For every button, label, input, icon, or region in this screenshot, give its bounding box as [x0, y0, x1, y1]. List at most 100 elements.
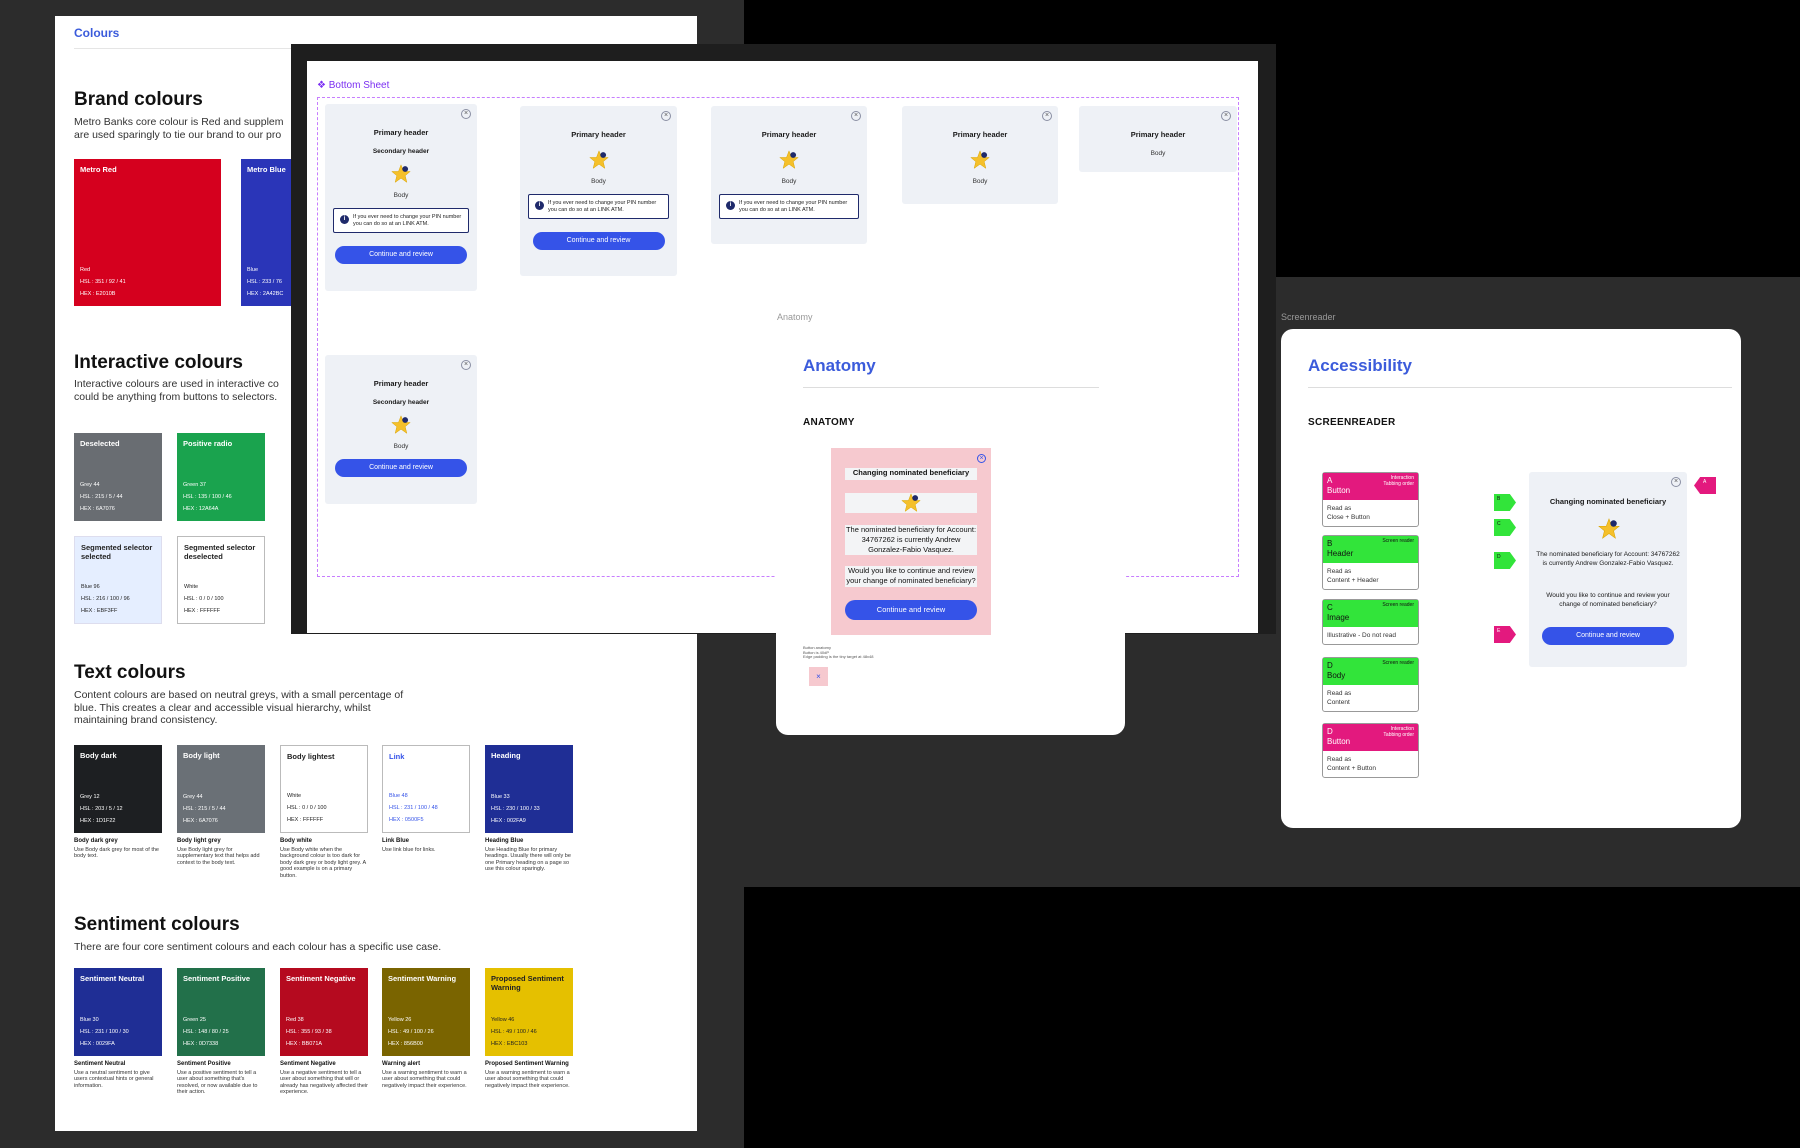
star-icon	[779, 150, 799, 169]
info-icon: i	[535, 201, 544, 210]
document-tab[interactable]: Colours	[74, 26, 119, 40]
close-target-sample: ×	[809, 667, 828, 686]
anatomy-body-1: The nominated beneficiary for Account: 3…	[845, 525, 977, 555]
swatch-caption: Sentiment Neutral Use a neutral sentiment…	[74, 1061, 154, 1089]
continue-button[interactable]: Continue and review	[1542, 627, 1674, 645]
brand-title: Brand colours	[74, 89, 203, 110]
star-icon	[970, 150, 990, 169]
anatomy-diagram: × Changing nominated beneficiary The nom…	[831, 448, 991, 635]
swatch-metro-red: Metro Red Red HSL : 351 / 92 / 41 HEX : E2…	[74, 159, 221, 306]
anatomy-subtitle: ANATOMY	[803, 417, 855, 428]
continue-button[interactable]: Continue and review	[532, 232, 665, 250]
close-icon[interactable]: ×	[461, 109, 471, 119]
body-text: Body	[591, 178, 606, 185]
screenreader-subtitle: SCREENREADER	[1308, 417, 1396, 428]
anatomy-title: Anatomy	[803, 356, 876, 375]
divider	[1308, 387, 1732, 388]
swatch-sentiment-positive: Sentiment Positive Green 25 HSL : 148 / 80…	[177, 968, 265, 1056]
interactive-title: Interactive colours	[74, 352, 243, 373]
close-order-marker: A	[1694, 477, 1716, 494]
bottom-sheet-variant[interactable]: × Primary header Body	[1079, 106, 1237, 172]
divider	[803, 387, 1099, 388]
reading-order-marker: B	[1494, 494, 1516, 511]
anatomy-body-2: Would you like to continue and review yo…	[845, 566, 977, 587]
screenreader-annotation: D Screen reader Body Read as Content	[1322, 657, 1419, 712]
swatch-caption: Sentiment Negative Use a negative sentime…	[280, 1061, 368, 1095]
screenreader-annotation: C Screen reader Image Illustrative - Do not…	[1322, 599, 1419, 645]
star-icon	[1598, 518, 1620, 539]
swatch-caption: Body white Use Body white when the backgr…	[280, 838, 366, 879]
continue-button[interactable]: Continue and review	[845, 600, 977, 620]
sheet-body-2: Would you like to continue and review yo…	[1546, 592, 1670, 608]
primary-header: Primary header	[1130, 130, 1186, 139]
sheet-heading: Changing nominated beneficiary	[1549, 497, 1667, 506]
star-icon	[901, 493, 921, 512]
close-icon[interactable]: ×	[1042, 111, 1052, 121]
screenreader-annotation: A Interaction Tabbing order Button Read as C…	[1322, 472, 1419, 527]
info-notice: i If you ever need to change your PIN num…	[528, 194, 669, 219]
swatch-caption: Body dark grey Use Body dark grey for mos…	[74, 838, 159, 859]
primary-header: Primary header	[571, 130, 626, 139]
swatch-caption: Proposed Sentiment Warning Use a warning …	[485, 1061, 570, 1089]
swatch-positive-radio: Positive radio Green 37 HSL : 135 / 100 /…	[177, 433, 265, 521]
star-icon	[391, 415, 411, 434]
anatomy-image-slot	[845, 493, 977, 513]
swatch-caption: Heading Blue Use Heading Blue for primary…	[485, 838, 571, 872]
body-text: Body	[781, 178, 797, 185]
interactive-desc: Interactive colours are used in interact…	[74, 378, 279, 403]
info-notice: i If you ever need to change your PIN num…	[333, 208, 469, 233]
swatch-body-dark: Body dark Grey 12 HSL : 203 / 5 / 12 HEX : …	[74, 745, 162, 833]
screenreader-annotation: B Screen reader Header Read as Content + Hea…	[1322, 535, 1419, 590]
reading-order-marker: D	[1494, 552, 1516, 569]
sentiment-desc: There are four core sentiment colours an…	[74, 941, 442, 953]
brand-desc: Metro Banks core colour is Red and suppl…	[74, 116, 284, 141]
secondary-header: Secondary header	[372, 148, 430, 155]
reading-order-marker: E	[1494, 626, 1516, 643]
body-text: Body	[972, 178, 988, 185]
close-icon[interactable]: ×	[1671, 477, 1681, 487]
swatch-heading: Heading Blue 33 HSL : 230 / 100 / 33 HEX : …	[485, 745, 573, 833]
swatch-caption: Link Blue Use link blue for links.	[382, 838, 436, 853]
swatch-link: Link Blue 48 HSL : 231 / 100 / 48 HEX : 050…	[382, 745, 470, 833]
swatch-segmented-selected: Segmented selector selected Blue 96 HSL :…	[74, 536, 162, 624]
anatomy-notes: Button anatomy Button is 40dP Edge paddi…	[803, 645, 874, 659]
anatomy-card: Anatomy ANATOMY × Changing nominated ben…	[776, 329, 1125, 735]
bottom-sheet-variant[interactable]: × Primary header Body i If you ever need to …	[711, 106, 867, 244]
accessibility-card: Accessibility SCREENREADER A Interaction …	[1281, 329, 1741, 828]
info-notice: i If you ever need to change your PIN num…	[719, 194, 859, 219]
bottom-sheet-variant[interactable]: × Primary header Secondary header Body Conti…	[325, 355, 477, 504]
swatch-sentiment-warning: Sentiment Warning Yellow 26 HSL : 49 / 100…	[382, 968, 470, 1056]
info-icon: i	[340, 215, 349, 224]
bottom-sheet-variant[interactable]: × Primary header Body	[902, 106, 1058, 204]
swatch-caption: Warning alert Use a warning sentiment to …	[382, 1061, 467, 1089]
secondary-header: Secondary header	[372, 399, 430, 406]
screenreader-annotation: D Interaction Tabbing order Button Read as C…	[1322, 723, 1419, 778]
body-text: Body	[1150, 150, 1166, 157]
info-icon: i	[726, 201, 735, 210]
screenreader-frame-label[interactable]: Screenreader	[1281, 312, 1336, 322]
sentiment-title: Sentiment colours	[74, 914, 240, 935]
close-icon[interactable]: ×	[851, 111, 861, 121]
star-icon	[588, 150, 609, 169]
primary-header: Primary header	[952, 130, 1008, 139]
bottom-sheet-component-label[interactable]: ❖ Bottom Sheet	[317, 80, 389, 91]
bottom-sheet-variant[interactable]: × Primary header Body i If you ever need to …	[520, 106, 677, 276]
continue-button[interactable]: Continue and review	[335, 246, 467, 264]
body-text: Body	[393, 443, 409, 450]
example-bottom-sheet: × Changing nominated beneficiary The nom…	[1529, 472, 1687, 667]
close-icon[interactable]: ×	[977, 454, 986, 463]
close-icon[interactable]: ×	[1221, 111, 1231, 121]
reading-order-marker: C	[1494, 519, 1516, 536]
star-icon	[391, 164, 411, 183]
swatch-deselected: Deselected Grey 44 HSL : 215 / 5 / 44 HEX …	[74, 433, 162, 521]
anatomy-frame-label[interactable]: Anatomy	[777, 312, 813, 322]
swatch-caption: Sentiment Positive Use a positive sentime…	[177, 1061, 258, 1095]
text-title: Text colours	[74, 662, 186, 683]
swatch-sentiment-neutral: Sentiment Neutral Blue 30 HSL : 231 / 100 …	[74, 968, 162, 1056]
swatch-proposed-sentiment-warning: Proposed Sentiment Warning Yellow 46 HSL :…	[485, 968, 573, 1056]
close-icon[interactable]: ×	[461, 360, 471, 370]
bottom-sheet-variant[interactable]: × Primary header Secondary header Body i If y…	[325, 104, 477, 291]
accessibility-title: Accessibility	[1308, 356, 1412, 375]
close-icon[interactable]: ×	[661, 111, 671, 121]
continue-button[interactable]: Continue and review	[335, 459, 467, 477]
